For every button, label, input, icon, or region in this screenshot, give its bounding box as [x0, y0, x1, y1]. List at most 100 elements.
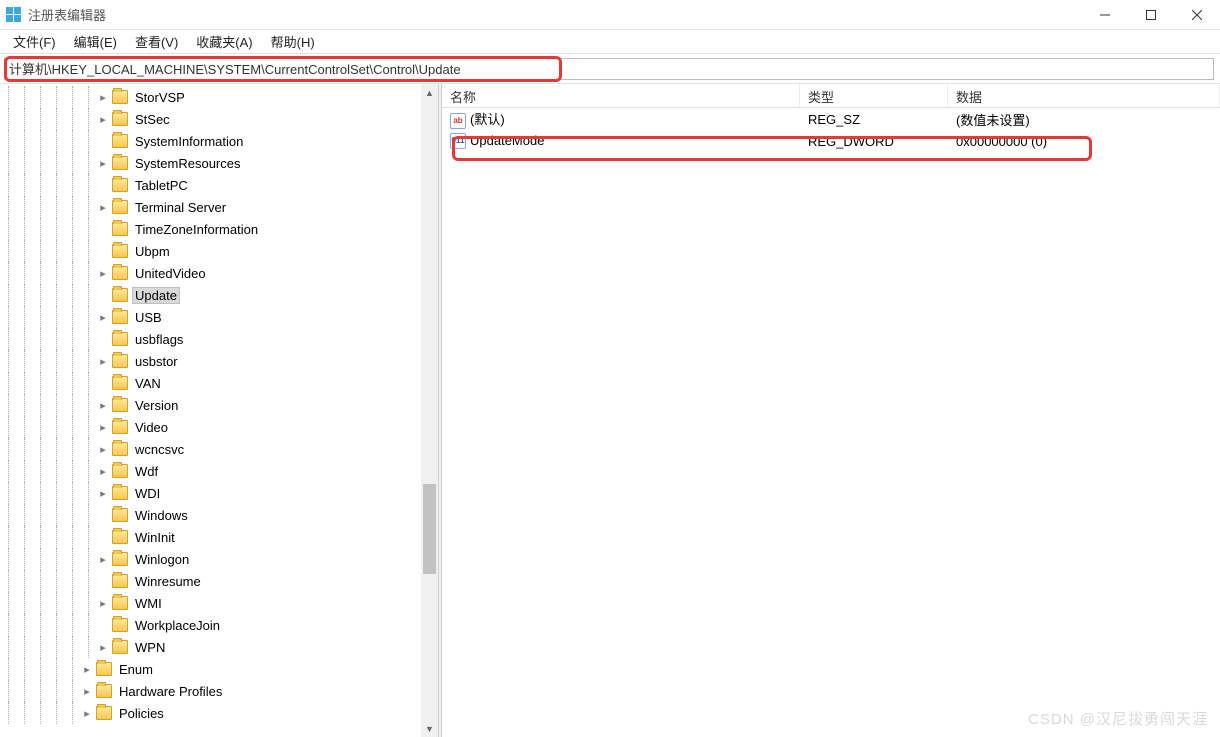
- tree-node-label: usbstor: [132, 353, 181, 370]
- chevron-right-icon[interactable]: ▸: [96, 399, 110, 412]
- tree-node[interactable]: ▸Video: [0, 416, 438, 438]
- tree-node[interactable]: ▸ UnitedVideo: [0, 262, 438, 284]
- tree-node-label: Winresume: [132, 573, 204, 590]
- column-data[interactable]: 数据: [948, 84, 1220, 107]
- tree-node[interactable]: ▸Update: [0, 284, 438, 306]
- tree-node[interactable]: ▸WorkplaceJoin: [0, 614, 438, 636]
- menu-item[interactable]: 编辑(E): [65, 30, 126, 53]
- app-icon: [5, 7, 21, 23]
- chevron-right-icon[interactable]: ▸: [96, 267, 110, 280]
- tree-node[interactable]: ▸Windows: [0, 504, 438, 526]
- tree-node[interactable]: ▸WinInit: [0, 526, 438, 548]
- tree-node[interactable]: ▸Hardware Profiles: [0, 680, 438, 702]
- tree-node[interactable]: ▸ StorVSP: [0, 86, 438, 108]
- chevron-right-icon[interactable]: ▸: [96, 443, 110, 456]
- chevron-right-icon[interactable]: ▸: [96, 201, 110, 214]
- folder-icon: [112, 156, 128, 170]
- chevron-right-icon[interactable]: ▸: [96, 311, 110, 324]
- main-split: ▸ StorVSP ▸StSec▸SystemInformation▸SystemR…: [0, 84, 1220, 737]
- tree-node[interactable]: ▸ usbstor: [0, 350, 438, 372]
- reg-dword-icon: 011: [450, 133, 466, 149]
- tree-node[interactable]: ▸usbflags: [0, 328, 438, 350]
- tree-node-label: Version: [132, 397, 181, 414]
- chevron-right-icon[interactable]: ▸: [80, 663, 94, 676]
- menu-item[interactable]: 收藏夹(A): [187, 30, 261, 53]
- scroll-down-button[interactable]: ▼: [421, 720, 438, 737]
- folder-icon: [112, 464, 128, 478]
- tree-node-label: WorkplaceJoin: [132, 617, 223, 634]
- tree-node[interactable]: ▸ Version: [0, 394, 438, 416]
- tree-node[interactable]: ▸ WMI: [0, 592, 438, 614]
- chevron-right-icon[interactable]: ▸: [96, 421, 110, 434]
- tree-node-label: VAN: [132, 375, 164, 392]
- value-name-cell: 011UpdateMode: [442, 133, 800, 150]
- folder-icon: [112, 244, 128, 258]
- tree-node-label: Terminal Server: [132, 199, 229, 216]
- tree-node[interactable]: ▸Winlogon: [0, 548, 438, 570]
- chevron-right-icon[interactable]: ▸: [96, 553, 110, 566]
- chevron-right-icon[interactable]: ▸: [80, 685, 94, 698]
- tree-node[interactable]: ▸Ubpm: [0, 240, 438, 262]
- folder-icon: [112, 200, 128, 214]
- folder-icon: [112, 640, 128, 654]
- chevron-right-icon[interactable]: ▸: [96, 91, 110, 104]
- tree-node[interactable]: ▸SystemResources: [0, 152, 438, 174]
- chevron-right-icon[interactable]: ▸: [96, 355, 110, 368]
- tree-node[interactable]: ▸TimeZoneInformation: [0, 218, 438, 240]
- tree-node[interactable]: ▸WPN: [0, 636, 438, 658]
- list-header: 名称 类型 数据: [442, 84, 1220, 108]
- tree-node-label: WMI: [132, 595, 165, 612]
- tree-node[interactable]: ▸wcncsvc: [0, 438, 438, 460]
- tree-node[interactable]: ▸TabletPC: [0, 174, 438, 196]
- folder-icon: [112, 354, 128, 368]
- menubar: 文件(F)编辑(E)查看(V)收藏夹(A)帮助(H): [0, 30, 1220, 54]
- folder-icon: [112, 552, 128, 566]
- registry-tree[interactable]: ▸ StorVSP ▸StSec▸SystemInformation▸SystemR…: [0, 84, 438, 737]
- folder-icon: [96, 684, 112, 698]
- close-button[interactable]: [1174, 0, 1220, 29]
- addressbar-container: 计算机\HKEY_LOCAL_MACHINE\SYSTEM\CurrentCon…: [0, 54, 1220, 84]
- list-body: ab(默认)REG_SZ(数值未设置)011UpdateModeREG_DWOR…: [442, 108, 1220, 152]
- value-row[interactable]: ab(默认)REG_SZ(数值未设置): [442, 108, 1220, 130]
- menu-item[interactable]: 查看(V): [126, 30, 187, 53]
- value-data-cell: (数值未设置): [948, 110, 1220, 129]
- chevron-right-icon[interactable]: ▸: [96, 465, 110, 478]
- chevron-right-icon[interactable]: ▸: [96, 641, 110, 654]
- tree-node-label: Update: [132, 287, 180, 304]
- tree-node[interactable]: ▸ Terminal Server: [0, 196, 438, 218]
- column-type[interactable]: 类型: [800, 84, 948, 107]
- folder-icon: [112, 618, 128, 632]
- chevron-right-icon[interactable]: ▸: [80, 707, 94, 720]
- tree-node-label: UnitedVideo: [132, 265, 209, 282]
- tree-node[interactable]: ▸StSec: [0, 108, 438, 130]
- menu-item[interactable]: 文件(F): [4, 30, 65, 53]
- tree-node[interactable]: ▸Wdf: [0, 460, 438, 482]
- tree-node-label: TabletPC: [132, 177, 191, 194]
- chevron-right-icon[interactable]: ▸: [96, 113, 110, 126]
- tree-node[interactable]: ▸Policies: [0, 702, 438, 724]
- folder-icon: [112, 222, 128, 236]
- menu-item[interactable]: 帮助(H): [262, 30, 324, 53]
- minimize-button[interactable]: [1082, 0, 1128, 29]
- column-name[interactable]: 名称: [442, 84, 800, 107]
- tree-node[interactable]: ▸VAN: [0, 372, 438, 394]
- scroll-thumb[interactable]: [423, 484, 436, 574]
- tree-node[interactable]: ▸Winresume: [0, 570, 438, 592]
- chevron-right-icon[interactable]: ▸: [96, 597, 110, 610]
- folder-icon: [96, 662, 112, 676]
- value-row[interactable]: 011UpdateModeREG_DWORD0x00000000 (0): [442, 130, 1220, 152]
- scroll-up-button[interactable]: ▲: [421, 84, 438, 101]
- tree-node[interactable]: ▸USB: [0, 306, 438, 328]
- chevron-right-icon[interactable]: ▸: [96, 157, 110, 170]
- tree-node[interactable]: ▸WDI: [0, 482, 438, 504]
- maximize-button[interactable]: [1128, 0, 1174, 29]
- folder-icon: [112, 266, 128, 280]
- folder-icon: [112, 420, 128, 434]
- tree-scrollbar[interactable]: ▲ ▼: [421, 84, 438, 737]
- address-input[interactable]: 计算机\HKEY_LOCAL_MACHINE\SYSTEM\CurrentCon…: [4, 58, 1214, 80]
- tree-pane: ▸ StorVSP ▸StSec▸SystemInformation▸SystemR…: [0, 84, 438, 737]
- tree-node-label: StorVSP: [132, 89, 188, 106]
- chevron-right-icon[interactable]: ▸: [96, 487, 110, 500]
- tree-node[interactable]: ▸Enum: [0, 658, 438, 680]
- tree-node[interactable]: ▸SystemInformation: [0, 130, 438, 152]
